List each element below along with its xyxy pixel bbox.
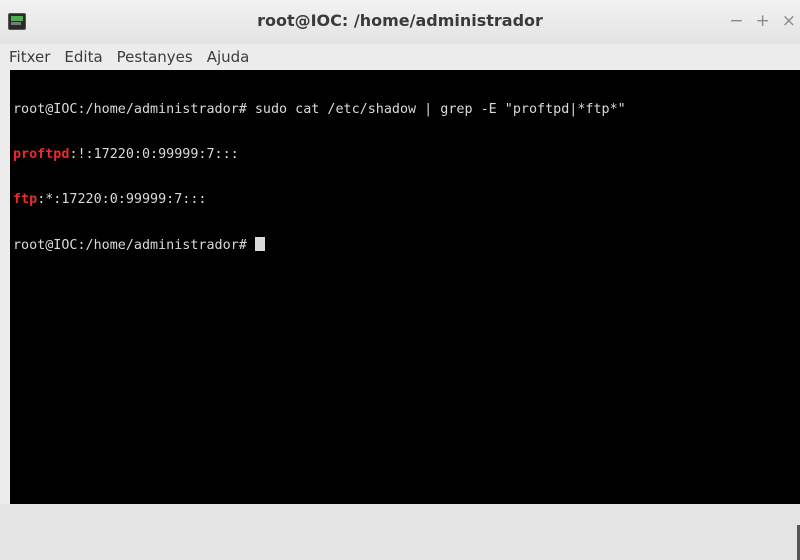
maximize-icon[interactable]: + — [756, 11, 770, 31]
terminal-window: root@IOC: /home/administrador − + × Fitx… — [0, 0, 800, 560]
text-cursor — [254, 237, 265, 251]
window-title: root@IOC: /home/administrador — [257, 11, 543, 30]
output-line-proftpd: proftpd:!:17220:0:99999:7::: — [13, 147, 626, 162]
command-line: root@IOC:/home/administrador# sudo cat /… — [13, 102, 626, 117]
menu-item-pestanyes[interactable]: Pestanyes — [117, 48, 193, 66]
close-icon[interactable]: × — [782, 11, 796, 31]
minimize-icon[interactable]: − — [729, 11, 743, 31]
title-bar[interactable]: root@IOC: /home/administrador − + × — [0, 0, 800, 44]
menu-item-fitxer[interactable]: Fitxer — [9, 48, 50, 66]
output-line-ftp: ftp:*:17220:0:99999:7::: — [13, 192, 626, 207]
grep-match-ftp: ftp — [13, 192, 38, 207]
menu-item-ajuda[interactable]: Ajuda — [207, 48, 250, 66]
shadow-entry-proftpd: :!:17220:0:99999:7::: — [69, 147, 239, 162]
window-controls: − + × — [729, 11, 796, 31]
terminal-output: root@IOC:/home/administrador# sudo cat /… — [13, 72, 626, 282]
menu-bar: Fitxer Edita Pestanyes Ajuda — [0, 44, 800, 70]
terminal-area[interactable]: root@IOC:/home/administrador# sudo cat /… — [10, 70, 800, 560]
grep-match-proftpd: proftpd — [13, 147, 70, 162]
shell-prompt: root@IOC:/home/administrador# — [13, 238, 255, 253]
menu-item-edita[interactable]: Edita — [64, 48, 102, 66]
prompt-line[interactable]: root@IOC:/home/administrador# — [13, 237, 626, 253]
shadow-entry-ftp: :*:17220:0:99999:7::: — [37, 192, 207, 207]
